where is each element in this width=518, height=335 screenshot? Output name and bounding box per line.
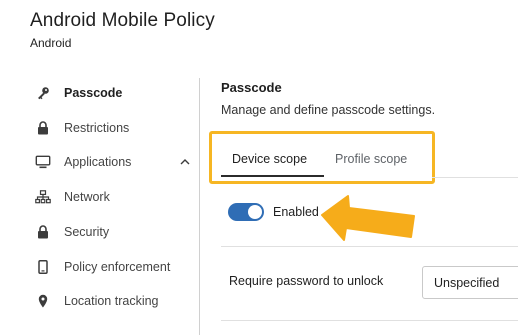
sidebar-item-network[interactable]: Network [0,182,200,212]
sidebar-item-restrictions[interactable]: Restrictions [0,113,200,143]
section-title: Passcode [221,80,282,95]
sidebar-divider [199,78,200,335]
tabs-divider [432,177,518,178]
chevron-up-icon[interactable] [178,155,192,169]
arrow-annotation-icon [321,195,415,241]
page-subtitle: Android [30,36,72,50]
sidebar-item-label: Security [64,225,110,239]
sidebar-item-passcode[interactable]: Passcode [0,78,200,108]
section-divider [221,246,518,247]
enabled-toggle[interactable] [228,203,264,221]
section-divider [221,320,518,321]
monitor-icon [35,154,51,170]
network-icon [35,189,51,205]
tab-device-scope[interactable]: Device scope [232,152,307,166]
sidebar-item-label: Applications [64,155,132,169]
page-title: Android Mobile Policy [30,10,215,31]
password-requirement-label: Require password to unlock [229,274,384,288]
sidebar-item-policy-enforcement[interactable]: Policy enforcement [0,252,200,282]
key-icon [35,85,51,101]
sidebar-item-location-tracking[interactable]: Location tracking [0,286,200,316]
sidebar-item-applications[interactable]: Applications [0,147,200,177]
location-pin-icon [35,293,51,309]
sidebar-item-label: Passcode [64,86,123,100]
enabled-label: Enabled [273,205,319,219]
sidebar-item-label: Network [64,190,110,204]
phone-icon [35,259,51,275]
lock-icon [35,120,51,136]
active-tab-indicator [221,175,324,177]
sidebar-item-label: Location tracking [64,294,159,308]
lock-icon [35,224,51,240]
tab-profile-scope[interactable]: Profile scope [335,152,407,166]
password-requirement-select[interactable]: Unspecified [422,266,518,299]
section-description: Manage and define passcode settings. [221,103,436,117]
sidebar-item-security[interactable]: Security [0,217,200,247]
sidebar-item-label: Policy enforcement [64,260,171,274]
toggle-knob [248,205,262,219]
sidebar-item-label: Restrictions [64,121,130,135]
